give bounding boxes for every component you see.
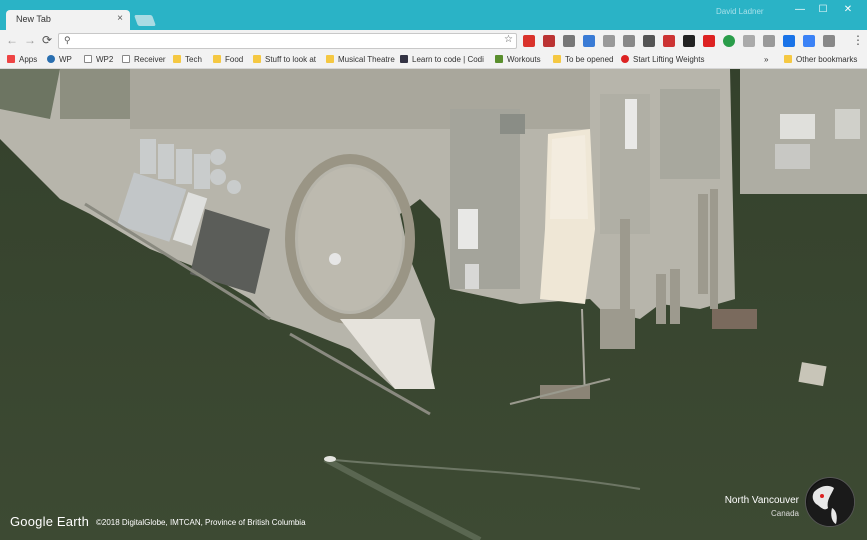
- forward-button[interactable]: →: [24, 33, 36, 47]
- bookmark-food[interactable]: Food: [213, 55, 243, 64]
- back-button[interactable]: ←: [6, 33, 18, 47]
- extension-icon[interactable]: [703, 35, 715, 47]
- bookmarks-bar: Apps WP WP2 Receiver Tech Food Stuff to …: [0, 52, 867, 69]
- search-icon: ⚲: [64, 35, 71, 45]
- extension-icon[interactable]: [623, 35, 635, 47]
- bookmark-wp[interactable]: WP: [47, 55, 72, 64]
- bookmark-wp2[interactable]: WP2: [84, 55, 113, 64]
- folder-icon: [784, 55, 792, 63]
- folder-icon: [553, 55, 561, 63]
- page-icon: [122, 55, 130, 63]
- bookmark-receiver[interactable]: Receiver: [122, 55, 166, 64]
- bookmark-tech[interactable]: Tech: [173, 55, 202, 64]
- profile-name[interactable]: David Ladner: [716, 7, 776, 16]
- browser-toolbar: ← → ⟳ ⚲ ☆ ⋮: [0, 30, 867, 52]
- tab-close-icon[interactable]: ×: [117, 13, 123, 24]
- apps-icon: [7, 55, 15, 63]
- bookmarks-overflow-icon[interactable]: »: [764, 55, 768, 64]
- bookmark-musical-theatre[interactable]: Musical Theatre: [326, 55, 395, 64]
- extension-icon[interactable]: [803, 35, 815, 47]
- browser-menu-icon[interactable]: ⋮: [852, 33, 864, 47]
- minimize-button[interactable]: —: [790, 4, 810, 18]
- wordpress-icon: [47, 55, 55, 63]
- bookmark-other[interactable]: Other bookmarks: [784, 55, 857, 64]
- location-label: North Vancouver Canada: [725, 495, 799, 518]
- tab-new-tab[interactable]: New Tab ×: [6, 10, 130, 30]
- extension-icon[interactable]: [683, 35, 695, 47]
- page-icon: [84, 55, 92, 63]
- folder-icon: [253, 55, 261, 63]
- globe-icon[interactable]: [805, 477, 855, 527]
- tab-title: New Tab: [16, 14, 51, 24]
- shield-icon[interactable]: [643, 35, 655, 47]
- extension-icon[interactable]: [723, 35, 735, 47]
- maximize-button[interactable]: ☐: [813, 4, 833, 18]
- folder-icon: [326, 55, 334, 63]
- bookmark-stuff-to-look-at[interactable]: Stuff to look at: [253, 55, 316, 64]
- extension-icon[interactable]: [603, 35, 615, 47]
- folder-icon: [213, 55, 221, 63]
- extension-icon[interactable]: [783, 35, 795, 47]
- earth-map-view[interactable]: Google Earth ©2018 DigitalGlobe, IMTCAN,…: [0, 69, 867, 540]
- extension-icon[interactable]: [563, 35, 575, 47]
- bookmark-to-be-opened[interactable]: To be opened: [553, 55, 614, 64]
- bookmark-start-lifting-weights[interactable]: Start Lifting Weights: [621, 55, 704, 64]
- weights-icon: [621, 55, 629, 63]
- bookmark-learn-to-code[interactable]: Learn to code | Codi: [400, 55, 484, 64]
- bookmark-apps[interactable]: Apps: [7, 55, 37, 64]
- camera-icon[interactable]: [823, 35, 835, 47]
- address-bar[interactable]: ⚲ ☆: [58, 33, 517, 49]
- extension-icon[interactable]: [543, 35, 555, 47]
- extension-icon[interactable]: [763, 35, 775, 47]
- youtube-extension-icon[interactable]: [523, 35, 535, 47]
- extension-icon[interactable]: [663, 35, 675, 47]
- bookmark-workouts[interactable]: Workouts: [495, 55, 541, 64]
- google-earth-logo: Google Earth: [10, 514, 90, 529]
- title-bar: New Tab × David Ladner — ☐ ✕: [0, 0, 867, 30]
- globe-map: [807, 479, 854, 526]
- imagery-credit: ©2018 DigitalGlobe, IMTCAN, Province of …: [96, 518, 306, 527]
- location-name: North Vancouver: [724, 495, 799, 506]
- folder-icon: [173, 55, 181, 63]
- workout-icon: [495, 55, 503, 63]
- satellite-imagery: [0, 69, 867, 540]
- extension-icon[interactable]: [583, 35, 595, 47]
- new-tab-button[interactable]: [133, 15, 157, 26]
- close-window-button[interactable]: ✕: [838, 4, 858, 18]
- bookmark-star-icon[interactable]: ☆: [504, 34, 513, 45]
- code-icon: [400, 55, 408, 63]
- reload-button[interactable]: ⟳: [42, 33, 52, 47]
- location-country: Canada: [770, 509, 799, 518]
- extension-icon[interactable]: [743, 35, 755, 47]
